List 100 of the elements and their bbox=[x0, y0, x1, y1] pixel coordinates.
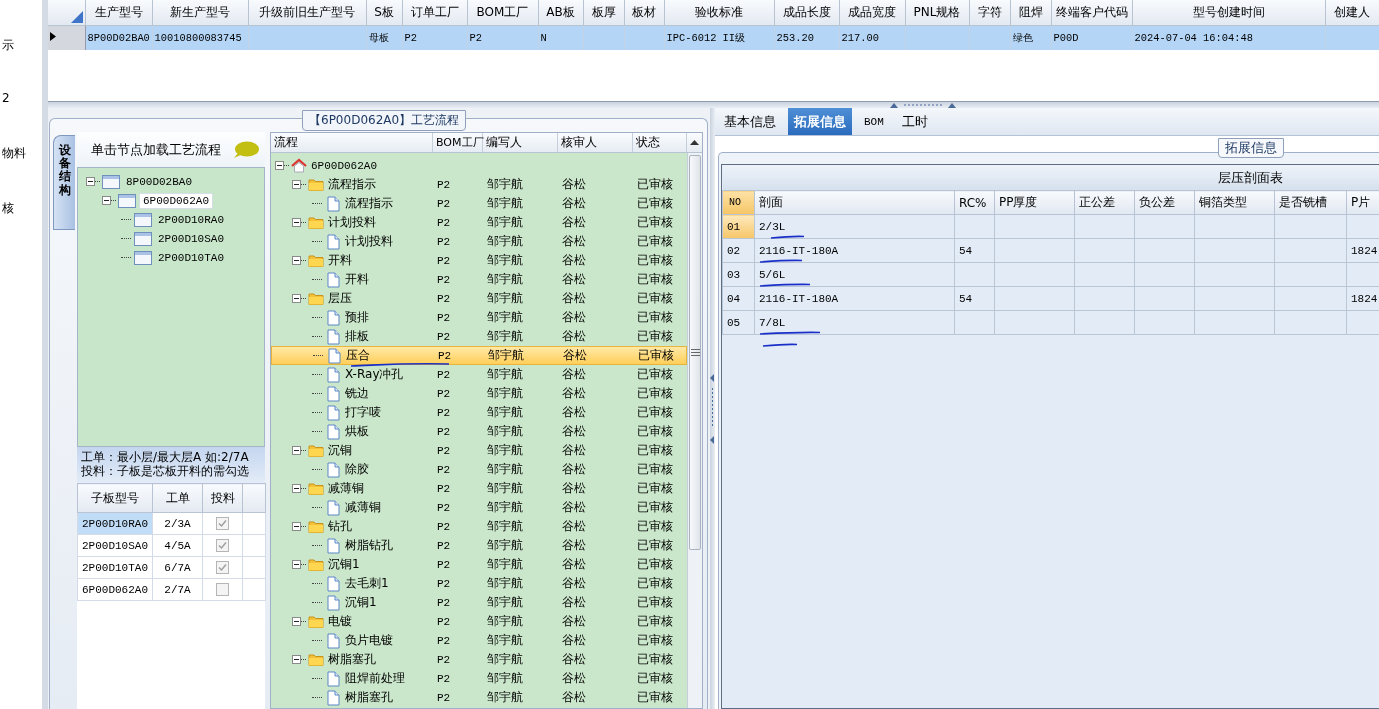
side-label[interactable]: 物料 bbox=[0, 146, 42, 161]
tree-item[interactable]: 2P00D10TA0 bbox=[155, 250, 227, 265]
column-header[interactable]: 升级前旧生产型号 bbox=[248, 0, 366, 26]
vertical-tab[interactable]: 设备结构 bbox=[53, 135, 75, 230]
column-header[interactable]: PNL规格 bbox=[905, 0, 969, 26]
tree-row[interactable]: 树脂塞孔 P2 邹宇航 谷松 已审核 bbox=[271, 650, 687, 669]
column-header[interactable]: 板厚 bbox=[583, 0, 624, 26]
column-header[interactable]: 新生产型号 bbox=[152, 0, 248, 26]
tree-row[interactable]: 6P00D062A0 bbox=[271, 156, 687, 175]
column-header[interactable]: 验收标准 bbox=[664, 0, 774, 26]
column-header[interactable]: 核审人 bbox=[558, 133, 633, 152]
column-header[interactable]: 编写人 bbox=[483, 133, 558, 152]
collapse-icon[interactable] bbox=[292, 655, 301, 664]
checkbox[interactable] bbox=[216, 517, 229, 530]
tree-row[interactable]: 排板 P2 邹宇航 谷松 已审核 bbox=[271, 327, 687, 346]
tree-row[interactable]: 减薄铜 P2 邹宇航 谷松 已审核 bbox=[271, 479, 687, 498]
column-header[interactable]: 生产型号 bbox=[85, 0, 152, 26]
tree-row[interactable]: 流程指示 P2 邹宇航 谷松 已审核 bbox=[271, 194, 687, 213]
tab[interactable]: 基本信息 bbox=[718, 108, 782, 135]
tree-row[interactable]: 层压 P2 邹宇航 谷松 已审核 bbox=[271, 289, 687, 308]
collapse-icon[interactable] bbox=[275, 161, 284, 170]
tree-row[interactable]: 减薄铜 P2 邹宇航 谷松 已审核 bbox=[271, 498, 687, 517]
tree-row[interactable]: 沉铜 P2 邹宇航 谷松 已审核 bbox=[271, 441, 687, 460]
collapse-icon[interactable] bbox=[292, 617, 301, 626]
tree-row[interactable]: 开料 P2 邹宇航 谷松 已审核 bbox=[271, 251, 687, 270]
collapse-icon[interactable] bbox=[292, 294, 301, 303]
collapse-icon[interactable] bbox=[86, 177, 95, 186]
column-header[interactable]: 字符 bbox=[969, 0, 1010, 26]
column-header[interactable]: S板 bbox=[366, 0, 402, 26]
column-header[interactable]: 创建人 bbox=[1325, 0, 1379, 26]
column-header[interactable]: 终端客户代码 bbox=[1051, 0, 1132, 26]
column-header[interactable]: 成品宽度 bbox=[839, 0, 905, 26]
tree-item[interactable]: 2P00D10RA0 bbox=[155, 212, 227, 227]
tree-row[interactable]: X-Ray冲孔 P2 邹宇航 谷松 已审核 bbox=[271, 365, 687, 384]
tree-row[interactable]: 沉铜1 P2 邹宇航 谷松 已审核 bbox=[271, 555, 687, 574]
splitter-grip-icon[interactable] bbox=[710, 373, 715, 444]
tree-row[interactable]: 计划投料 P2 邹宇航 谷松 已审核 bbox=[271, 213, 687, 232]
row-number[interactable]: 03 bbox=[722, 262, 755, 287]
row-number[interactable]: 05 bbox=[722, 310, 755, 335]
collapse-icon[interactable] bbox=[292, 256, 301, 265]
checkbox[interactable] bbox=[216, 583, 229, 596]
checkbox[interactable] bbox=[216, 539, 229, 552]
column-header[interactable]: 型号创建时间 bbox=[1132, 0, 1325, 26]
tree-row[interactable]: 压合 P2 邹宇航 谷松 已审核 bbox=[271, 346, 687, 365]
tree-row[interactable]: 沉铜1 P2 邹宇航 谷松 已审核 bbox=[271, 593, 687, 612]
table-row[interactable]: 8P00D02BA0 10010800083745 母板 P2 P2 N IPC-6012 II级 253.20 217.00 绿色 P00D 2024-07-04 16:04:48 bbox=[48, 25, 1379, 50]
column-header[interactable]: 订单工厂 bbox=[402, 0, 467, 26]
column-header[interactable]: 子板型号 bbox=[77, 483, 153, 513]
row-number[interactable]: 01 bbox=[722, 214, 755, 239]
column-header[interactable]: BOM工厂 bbox=[433, 133, 483, 152]
table-cell[interactable]: 2P00D10RA0 bbox=[77, 512, 153, 535]
column-header[interactable]: 阻焊 bbox=[1010, 0, 1051, 26]
tree-row[interactable]: 预排 P2 邹宇航 谷松 已审核 bbox=[271, 308, 687, 327]
column-header[interactable]: AB板 bbox=[538, 0, 583, 26]
tree-row[interactable]: 负片电镀 P2 邹宇航 谷松 已审核 bbox=[271, 631, 687, 650]
collapse-icon[interactable] bbox=[292, 446, 301, 455]
table-cell[interactable]: 2P00D10SA0 bbox=[77, 534, 153, 557]
side-label[interactable]: 核 bbox=[0, 201, 42, 216]
tree-row[interactable]: 打字唛 P2 邹宇航 谷松 已审核 bbox=[271, 403, 687, 422]
table-cell[interactable]: 6P00D062A0 bbox=[77, 578, 153, 601]
tab[interactable]: 拓展信息 bbox=[788, 108, 852, 135]
tree-item[interactable]: 8P00D02BA0 bbox=[123, 174, 195, 189]
row-number[interactable]: 02 bbox=[722, 238, 755, 263]
column-header[interactable]: 流程 bbox=[271, 133, 433, 152]
column-header[interactable]: 成品长度 bbox=[774, 0, 839, 26]
side-label[interactable]: 2 bbox=[0, 91, 42, 106]
splitter-grip-icon[interactable] bbox=[888, 102, 958, 108]
side-label[interactable]: 示 bbox=[0, 38, 42, 53]
tree-row[interactable]: 开料 P2 邹宇航 谷松 已审核 bbox=[271, 270, 687, 289]
tree-row[interactable]: 树脂钻孔 P2 邹宇航 谷松 已审核 bbox=[271, 536, 687, 555]
collapse-icon[interactable] bbox=[292, 560, 301, 569]
row-number[interactable]: 04 bbox=[722, 286, 755, 311]
tree-item[interactable]: 6P00D062A0 bbox=[139, 192, 213, 209]
table-cell[interactable]: 2P00D10TA0 bbox=[77, 556, 153, 579]
column-header[interactable]: 状态 bbox=[633, 133, 687, 152]
tree-row[interactable]: 烘板 P2 邹宇航 谷松 已审核 bbox=[271, 422, 687, 441]
collapse-icon[interactable] bbox=[102, 196, 111, 205]
tab[interactable]: 工时 bbox=[895, 108, 934, 135]
scrollbar-thumb[interactable] bbox=[689, 155, 701, 550]
tree-row[interactable]: 阻焊前处理 P2 邹宇航 谷松 已审核 bbox=[271, 669, 687, 688]
collapse-icon[interactable] bbox=[292, 522, 301, 531]
checkbox[interactable] bbox=[216, 561, 229, 574]
tree-row[interactable]: 计划投料 P2 邹宇航 谷松 已审核 bbox=[271, 232, 687, 251]
column-header[interactable]: 板材 bbox=[624, 0, 664, 26]
tree-row[interactable]: 铣边 P2 邹宇航 谷松 已审核 bbox=[271, 384, 687, 403]
column-header[interactable]: 投料 bbox=[202, 483, 243, 513]
tree-row[interactable]: 去毛刺1 P2 邹宇航 谷松 已审核 bbox=[271, 574, 687, 593]
tree-row[interactable]: 除胶 P2 邹宇航 谷松 已审核 bbox=[271, 460, 687, 479]
tab[interactable]: BOM bbox=[858, 108, 890, 135]
tree-row[interactable]: 流程指示 P2 邹宇航 谷松 已审核 bbox=[271, 175, 687, 194]
column-header[interactable]: 剖面 bbox=[754, 190, 955, 215]
tree-item[interactable]: 2P00D10SA0 bbox=[155, 231, 227, 246]
tree-row[interactable]: 钻孔 P2 邹宇航 谷松 已审核 bbox=[271, 517, 687, 536]
tree-row[interactable]: 树脂塞孔 P2 邹宇航 谷松 已审核 bbox=[271, 688, 687, 707]
column-header[interactable]: BOM工厂 bbox=[467, 0, 538, 26]
collapse-icon[interactable] bbox=[292, 218, 301, 227]
collapse-icon[interactable] bbox=[292, 484, 301, 493]
column-header[interactable]: NO bbox=[722, 190, 755, 215]
column-header[interactable]: 工单 bbox=[152, 483, 203, 513]
collapse-icon[interactable] bbox=[292, 180, 301, 189]
